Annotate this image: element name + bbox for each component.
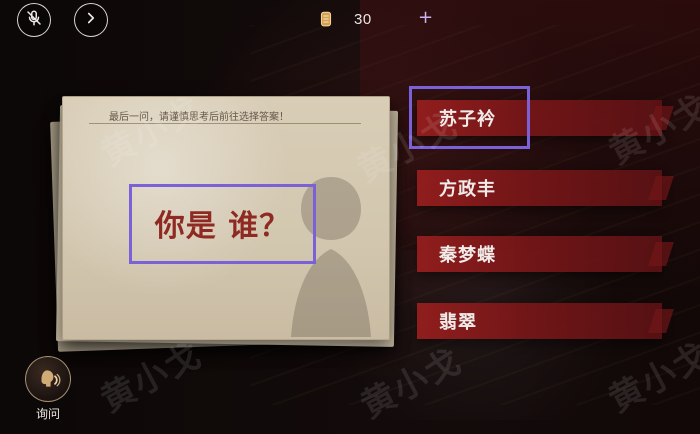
ask-label: 询问 xyxy=(35,407,60,421)
speaking-head-icon xyxy=(25,356,71,402)
answer-label-3: 秦梦蝶 xyxy=(439,245,496,266)
currency-amount: 30 xyxy=(354,10,372,28)
answer-option-3[interactable]: 秦梦蝶 xyxy=(417,236,662,272)
answer-selection-highlight xyxy=(409,86,530,149)
answer-option-2[interactable]: 方政丰 xyxy=(417,170,662,206)
chevron-right-icon xyxy=(82,9,100,31)
question-text: 你是 谁？ xyxy=(154,209,291,244)
answer-option-4[interactable]: 翡翠 xyxy=(417,303,662,339)
ask-button[interactable]: 询问 xyxy=(24,356,74,430)
mic-off-icon xyxy=(25,9,43,31)
add-currency-button[interactable]: + xyxy=(418,9,433,27)
next-button[interactable] xyxy=(74,3,108,37)
currency-display: 30 xyxy=(316,6,372,32)
answer-label-4: 翡翠 xyxy=(439,312,477,333)
answer-label-2: 方政丰 xyxy=(439,179,496,200)
question-highlight-box: 你是 谁？ xyxy=(129,184,316,264)
mute-button[interactable] xyxy=(17,3,51,37)
coin-icon xyxy=(316,8,336,30)
hint-underline xyxy=(89,123,361,124)
game-stage: 30 + 最后一问，请谨慎思考后前往选择答案！ 你是 谁？ 苏子衿 方政丰 秦梦… xyxy=(0,0,700,434)
